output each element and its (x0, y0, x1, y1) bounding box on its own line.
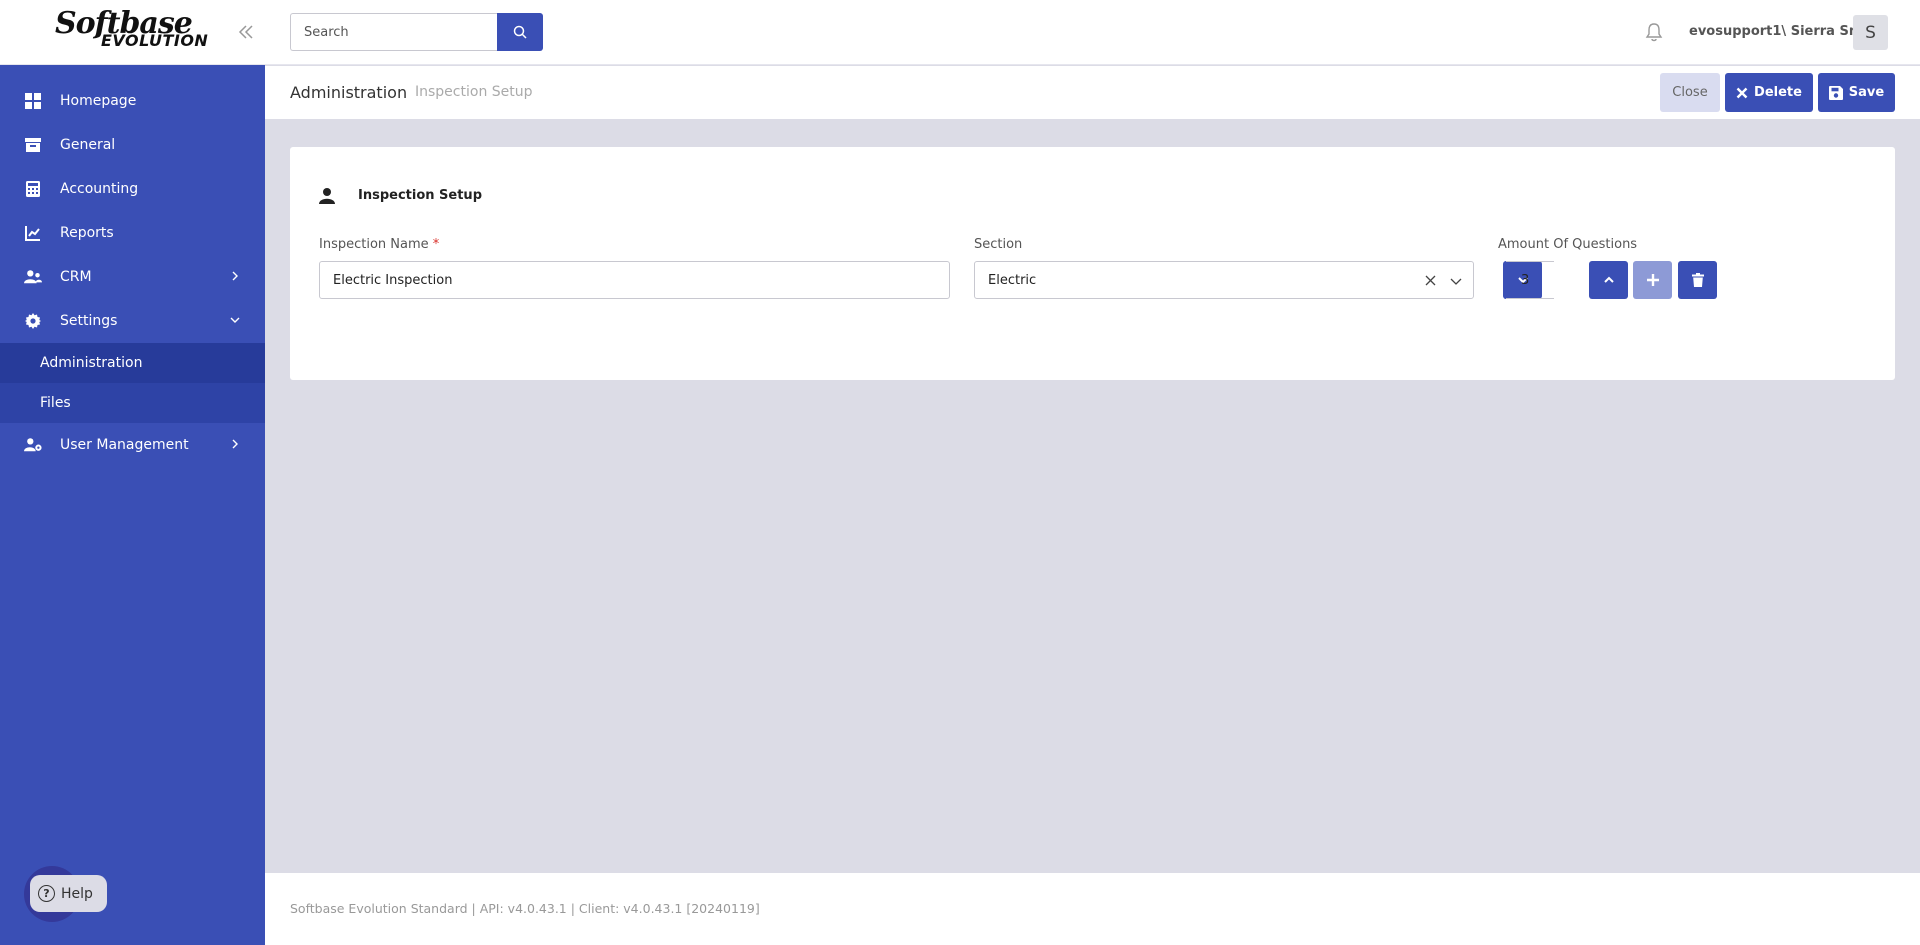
search-icon (513, 25, 527, 39)
save-label: Save (1848, 85, 1885, 100)
chevron-right-icon (232, 439, 238, 449)
plus-icon (1646, 274, 1659, 286)
help-label: Help (61, 885, 93, 902)
version-info: Softbase Evolution Standard | API: v4.0.… (290, 901, 760, 916)
inspection-name-label: Inspection Name * (319, 237, 439, 252)
collapse-sidebar-icon[interactable] (236, 22, 256, 42)
sidebar-item-label: Settings (60, 313, 118, 329)
inspection-name-label-text: Inspection Name (319, 237, 429, 252)
logo-line2: EVOLUTION (101, 31, 209, 50)
chevron-down-icon[interactable] (1449, 274, 1463, 288)
section-select[interactable]: Electric (974, 261, 1474, 299)
delete-label: Delete (1754, 85, 1802, 100)
delete-question-button[interactable] (1678, 261, 1717, 299)
gear-icon (24, 312, 42, 330)
user-group-icon (24, 268, 42, 286)
sidebar-item-reports[interactable]: Reports (0, 211, 265, 255)
user-cog-icon (24, 436, 42, 454)
delete-button[interactable]: Delete (1725, 73, 1813, 112)
required-asterisk: * (432, 237, 440, 252)
settings-submenu: Administration Files (0, 343, 265, 423)
sidebar-item-label: User Management (60, 437, 189, 453)
avatar[interactable]: S (1853, 15, 1888, 50)
x-icon (1736, 87, 1748, 98)
archive-box-icon (24, 136, 42, 154)
trash-icon (1691, 273, 1704, 287)
sidebar-item-label: Accounting (60, 181, 139, 197)
close-label: Close (1672, 85, 1708, 100)
amount-of-questions-label: Amount Of Questions (1498, 237, 1638, 252)
sidebar-item-label: Homepage (60, 93, 137, 109)
bell-icon[interactable] (1643, 21, 1665, 43)
inspection-setup-card: Inspection Setup Inspection Name * Secti… (290, 147, 1895, 380)
sidebar-item-label: Administration (40, 355, 143, 371)
softbase-logo[interactable]: Softbase EVOLUTION (55, 9, 208, 49)
clear-icon[interactable] (1424, 274, 1437, 287)
search-input[interactable] (290, 13, 498, 51)
sidebar-item-crm[interactable]: CRM (0, 255, 265, 299)
chevron-down-icon (230, 317, 240, 323)
chevron-right-icon (232, 271, 238, 281)
sidebar-item-files[interactable]: Files (0, 383, 265, 423)
question-circle-icon: ? (38, 885, 55, 902)
amount-of-questions-value[interactable]: 3 (1506, 261, 1554, 299)
add-question-button[interactable] (1633, 261, 1672, 299)
calculator-icon (24, 180, 42, 198)
chevron-up-icon (1603, 276, 1614, 283)
increment-button[interactable] (1589, 261, 1628, 299)
floppy-disk-icon (1828, 85, 1843, 100)
help-button[interactable]: ? Help (30, 875, 107, 912)
section-label: Section (974, 237, 1023, 252)
footer: Softbase Evolution Standard | API: v4.0.… (265, 873, 1920, 945)
sidebar-nav: Homepage General Accounting Reports CRM (0, 79, 265, 467)
sidebar-item-general[interactable]: General (0, 123, 265, 167)
logo-area: Softbase EVOLUTION (0, 0, 265, 65)
page-header: Administration Inspection Setup Close De… (265, 66, 1920, 119)
user-icon (319, 188, 335, 204)
topbar: evosupport1\ Sierra Smith S (265, 0, 1920, 65)
sidebar-item-label: Files (40, 395, 71, 411)
card-title: Inspection Setup (358, 188, 482, 203)
sidebar-item-settings[interactable]: Settings (0, 299, 265, 343)
sidebar-item-user-management[interactable]: User Management (0, 423, 265, 467)
breadcrumb-inspection-setup: Inspection Setup (415, 84, 533, 100)
sidebar-item-administration[interactable]: Administration (0, 343, 265, 383)
close-button[interactable]: Close (1660, 73, 1720, 112)
save-button[interactable]: Save (1818, 73, 1895, 112)
search-button[interactable] (497, 13, 543, 51)
sidebar-item-label: CRM (60, 269, 92, 285)
sidebar-item-label: Reports (60, 225, 114, 241)
sidebar-item-accounting[interactable]: Accounting (0, 167, 265, 211)
inspection-name-field[interactable] (319, 261, 950, 299)
sidebar-item-homepage[interactable]: Homepage (0, 79, 265, 123)
breadcrumb-administration[interactable]: Administration (290, 83, 407, 102)
section-selected-value: Electric (988, 272, 1037, 288)
sidebar: Softbase EVOLUTION Homepage General Acco… (0, 0, 265, 945)
sidebar-item-label: General (60, 137, 116, 153)
dashboard-icon (24, 92, 42, 110)
chart-line-icon (24, 224, 42, 242)
